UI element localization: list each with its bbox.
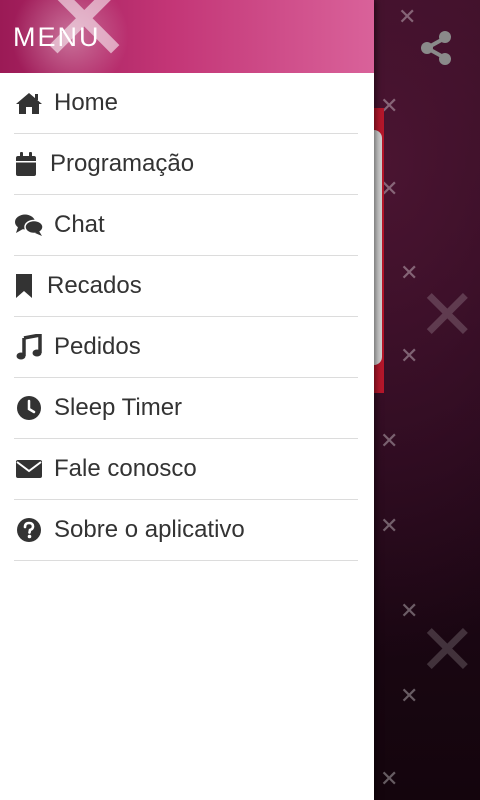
menu-item-label: Fale conosco (54, 455, 197, 482)
sparkle-decoration: ✕ (380, 428, 399, 453)
menu-item-label: Programação (50, 150, 195, 177)
menu-item-pedidos[interactable]: Pedidos (14, 317, 358, 378)
menu-item-label: Pedidos (54, 333, 141, 360)
drawer-header: ✕ MENU (0, 0, 374, 73)
menu-title: MENU (13, 22, 101, 52)
home-icon (14, 88, 44, 118)
menu-item-chat[interactable]: Chat (14, 195, 358, 256)
menu-item-recados[interactable]: Recados (14, 256, 358, 317)
menu-item-label: Recados (47, 272, 142, 299)
envelope-icon (14, 454, 44, 484)
menu-item-fale-conosco[interactable]: Fale conosco (14, 439, 358, 500)
sparkle-decoration: ✕ (380, 766, 399, 791)
sparkle-decoration: ✕ (398, 4, 417, 29)
menu-item-home[interactable]: Home (14, 73, 358, 134)
question-circle-icon (14, 515, 44, 545)
sparkle-decoration: ✕ (400, 683, 419, 708)
navigation-drawer: ✕ MENU Home Programação Chat Recados Ped… (0, 0, 374, 800)
chat-icon (14, 210, 44, 240)
menu-list: Home Programação Chat Recados Pedidos Sl… (0, 73, 374, 561)
menu-item-label: Sleep Timer (54, 394, 183, 421)
sparkle-decoration: ✕ (400, 260, 419, 285)
bookmark-icon (14, 271, 34, 301)
sparkle-decoration: ✕ (400, 343, 419, 368)
menu-item-label: Sobre o aplicativo (54, 516, 245, 543)
share-button[interactable] (414, 26, 458, 70)
menu-item-label: Home (54, 89, 119, 116)
sparkle-decoration: ✕ (400, 598, 419, 623)
menu-item-sleep-timer[interactable]: Sleep Timer (14, 378, 358, 439)
calendar-icon (14, 149, 38, 179)
menu-item-programacao[interactable]: Programação (14, 134, 358, 195)
sparkle-decoration: ✕ (380, 513, 399, 538)
clock-icon (14, 393, 44, 423)
menu-item-sobre[interactable]: Sobre o aplicativo (14, 500, 358, 561)
sparkle-decoration: ✕ (418, 276, 477, 354)
menu-item-label: Chat (54, 211, 105, 238)
player-card-inner-edge (374, 130, 382, 365)
music-icon (14, 332, 44, 362)
share-icon (419, 30, 453, 66)
sparkle-decoration: ✕ (418, 611, 477, 689)
